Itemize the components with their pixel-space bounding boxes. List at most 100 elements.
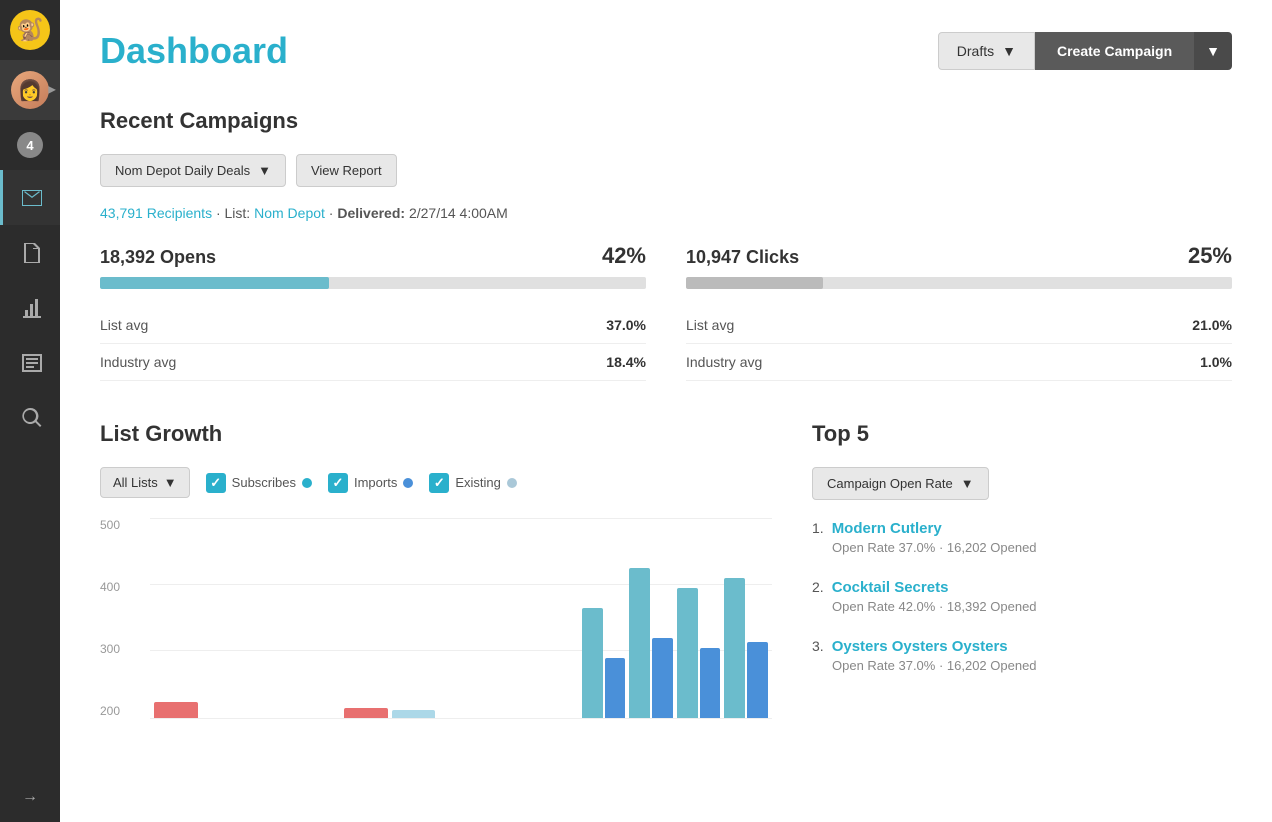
sidebar-item-templates[interactable] [0,225,60,280]
subscribes-filter: ✓ Subscribes [206,473,312,493]
campaign-selector-row: Nom Depot Daily Deals ▼ View Report [100,154,1232,187]
sidebar-item-search[interactable] [0,390,60,445]
badge-count: 4 [17,132,43,158]
file-icon [20,241,44,265]
search-icon [20,406,44,430]
bar-group-1 [154,702,198,718]
top5-rank-name-3: 3. Oysters Oysters Oysters [812,638,1232,655]
y-label-500: 500 [100,518,120,532]
user-avatar[interactable]: 👩 ▶ [0,60,60,120]
recipients-count: 43,791 Recipients [100,205,212,221]
view-report-button[interactable]: View Report [296,154,397,187]
list-item: 2. Cocktail Secrets Open Rate 42.0% · 18… [812,579,1232,614]
app-logo: 🐒 [0,0,60,60]
bar-group-6 [392,710,436,718]
opens-column: 18,392 Opens 42% List avg 37.0% Industry… [100,243,646,381]
campaign-select-button[interactable]: Nom Depot Daily Deals ▼ [100,154,286,187]
sidebar-item-lists[interactable] [0,335,60,390]
bar-chart-icon [20,296,44,320]
stats-grid: 18,392 Opens 42% List avg 37.0% Industry… [100,243,1232,381]
clicks-list-avg-row: List avg 21.0% [686,307,1232,344]
opens-list-avg-label: List avg [100,317,148,333]
clicks-column: 10,947 Clicks 25% List avg 21.0% Industr… [686,243,1232,381]
existing-label: Existing [455,475,501,490]
all-lists-chevron-icon: ▼ [164,475,177,490]
clicks-main-row: 10,947 Clicks 25% [686,243,1232,269]
open-rate-button[interactable]: Campaign Open Rate ▼ [812,467,989,500]
top5-campaign-name-1: Modern Cutlery [832,520,942,537]
delivered-date: 2/27/14 4:00AM [409,205,508,221]
grid-line-200 [150,718,772,719]
page-title: Dashboard [100,30,288,72]
imports-label: Imports [354,475,397,490]
top5-campaign-name-2: Cocktail Secrets [832,579,949,596]
opens-industry-avg-row: Industry avg 18.4% [100,344,646,381]
top5-meta-1: Open Rate 37.0% · 16,202 Opened [832,540,1232,555]
create-campaign-split-button[interactable]: ▼ [1194,32,1232,70]
top5-rank-name-2: 2. Cocktail Secrets [812,579,1232,596]
list-growth-section: List Growth All Lists ▼ ✓ Subscribes ✓ I… [100,421,772,718]
avatar-image: 👩 [11,71,49,109]
growth-controls: All Lists ▼ ✓ Subscribes ✓ Imports ✓ Exi… [100,467,772,498]
bar-existing-6 [392,710,436,718]
header-actions: Drafts ▼ Create Campaign ▼ [938,32,1232,70]
opens-progress-fill [100,277,329,289]
notification-badge[interactable]: 4 [0,120,60,170]
recipients-separator: · List: [216,205,254,221]
avatar-chevron-icon: ▶ [48,85,56,96]
campaign-name: Nom Depot Daily Deals [115,163,250,178]
drafts-label: Drafts [957,43,994,59]
header-row: Dashboard Drafts ▼ Create Campaign ▼ [100,30,1232,72]
drafts-button[interactable]: Drafts ▼ [938,32,1035,70]
opens-label: 18,392 Opens [100,247,216,268]
y-label-400: 400 [100,580,120,594]
clicks-label: 10,947 Clicks [686,247,799,268]
bar-imports-10 [605,658,626,718]
subscribes-dot [302,478,312,488]
all-lists-button[interactable]: All Lists ▼ [100,467,190,498]
opens-list-avg-val: 37.0% [606,317,646,333]
opens-progress-bar [100,277,646,289]
clicks-list-avg-val: 21.0% [1192,317,1232,333]
opens-list-avg-row: List avg 37.0% [100,307,646,344]
sidebar-item-reports[interactable] [0,280,60,335]
clicks-list-avg-label: List avg [686,317,734,333]
envelope-icon [20,186,44,210]
bar-group-11 [629,568,673,718]
top5-rank-1: 1. [812,520,824,536]
bar-group-13 [724,578,768,718]
create-campaign-button[interactable]: Create Campaign [1035,32,1194,70]
top5-list: 1. Modern Cutlery Open Rate 37.0% · 16,2… [812,520,1232,673]
list-link[interactable]: Nom Depot [254,205,329,221]
recipients-link[interactable]: 43,791 Recipients [100,205,216,221]
sidebar: 🐒 👩 ▶ 4 → [0,0,60,822]
opens-industry-avg-label: Industry avg [100,354,176,370]
bar-imports-12 [700,648,721,718]
list-growth-chart: 500 400 300 200 [100,518,772,718]
top5-rank-2: 2. [812,579,824,595]
bar-subscribes-12 [677,588,698,718]
list-growth-title: List Growth [100,421,772,447]
clicks-pct: 25% [1188,243,1232,269]
bar-subscribes-1 [154,702,198,718]
top5-rank-3: 3. [812,638,824,654]
top5-campaign-link-1[interactable]: Modern Cutlery [832,520,942,537]
sidebar-item-campaigns[interactable] [0,170,60,225]
sidebar-expand-button[interactable]: → [0,772,60,822]
subscribes-checkbox[interactable]: ✓ [206,473,226,493]
split-chevron-icon: ▼ [1206,43,1220,59]
bar-subscribes-10 [582,608,603,718]
top5-campaign-link-3[interactable]: Oysters Oysters Oysters [832,638,1008,655]
newspaper-icon [20,351,44,375]
top5-campaign-link-2[interactable]: Cocktail Secrets [832,579,949,596]
imports-checkbox[interactable]: ✓ [328,473,348,493]
opens-industry-avg-val: 18.4% [606,354,646,370]
arrow-right-icon: → [22,788,38,806]
list-item: 3. Oysters Oysters Oysters Open Rate 37.… [812,638,1232,673]
imports-filter: ✓ Imports [328,473,413,493]
subscribes-label: Subscribes [232,475,296,490]
top5-title: Top 5 [812,421,1232,447]
existing-checkbox[interactable]: ✓ [429,473,449,493]
opens-main-row: 18,392 Opens 42% [100,243,646,269]
clicks-progress-fill [686,277,823,289]
